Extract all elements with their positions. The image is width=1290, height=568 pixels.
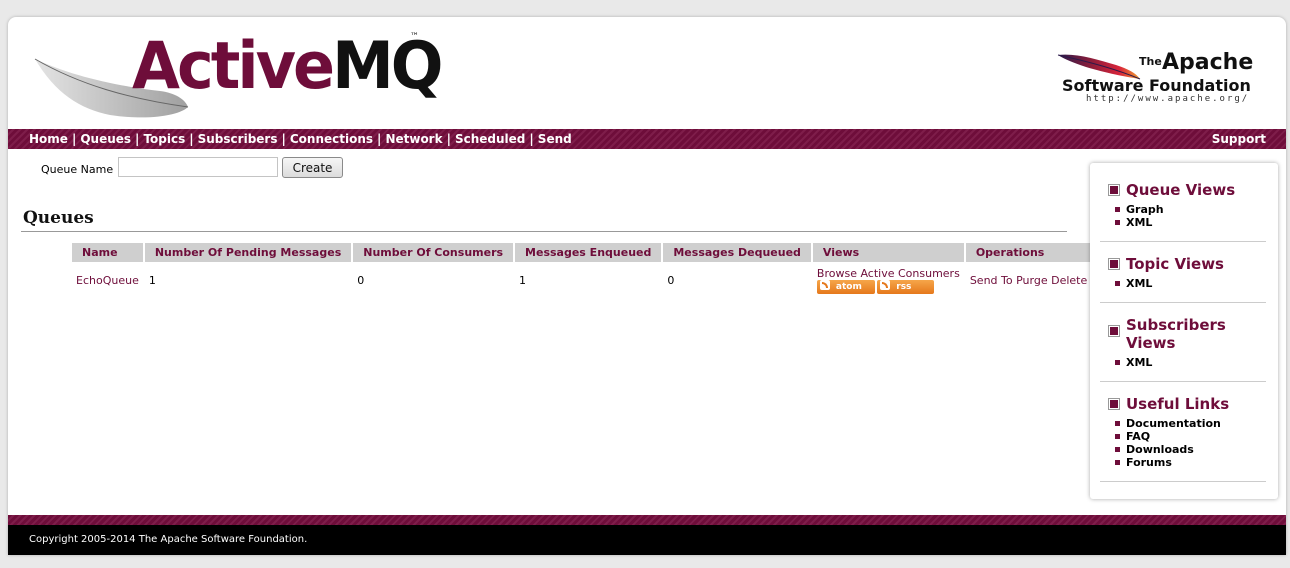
purge-link[interactable]: Purge	[1016, 274, 1048, 287]
footer: Copyright 2005-2014 The Apache Software …	[8, 525, 1286, 555]
sidebar-heading: Queue Views	[1108, 181, 1268, 199]
atom-feed-button[interactable]: atom	[816, 279, 876, 294]
nav-bar: Home | Queues | Topics | Subscribers | Connectio…	[8, 129, 1286, 149]
queue-name-label: Queue Name	[41, 163, 114, 176]
browse-active-consumers-link[interactable]: Browse Active Consumers	[817, 267, 960, 280]
sidebar-heading: Topic Views	[1108, 255, 1268, 273]
queue-name-input[interactable]	[118, 157, 278, 177]
col-consumers[interactable]: Number Of Consumers	[353, 243, 514, 262]
col-views: Views	[812, 243, 964, 262]
create-button[interactable]: Create	[282, 157, 343, 178]
delete-link[interactable]: Delete	[1051, 274, 1087, 287]
nav-network[interactable]: Network	[385, 132, 442, 146]
sidebar-link-subscribers-xml[interactable]: XML	[1108, 356, 1268, 369]
apache-software-foundation: Software Foundation	[1062, 76, 1251, 95]
sidebar-heading: Useful Links	[1108, 395, 1268, 413]
consumers-count: 0	[357, 273, 365, 287]
pending-count: 1	[148, 273, 156, 287]
nav-scheduled[interactable]: Scheduled	[455, 132, 525, 146]
sidebar-topic-views: Topic Views XML	[1108, 255, 1268, 290]
logo-text-mq: MQ	[332, 27, 443, 104]
col-name[interactable]: Name	[72, 243, 143, 262]
sidebar-heading: Subscribers Views	[1108, 316, 1268, 352]
bullet-square-icon	[1108, 398, 1120, 410]
col-pending[interactable]: Number Of Pending Messages	[144, 243, 352, 262]
sidebar-link-downloads[interactable]: Downloads	[1108, 443, 1268, 456]
sidebar-link-forums[interactable]: Forums	[1108, 456, 1268, 469]
nav-queues[interactable]: Queues	[80, 132, 131, 146]
nav-support[interactable]: Support	[1212, 132, 1266, 146]
col-enqueued[interactable]: Messages Enqueued	[515, 243, 662, 262]
bullet-square-icon	[1108, 184, 1120, 196]
page-frame: ActiveMQ ™ The Apache Software Foundatio…	[8, 17, 1286, 555]
activemq-logo[interactable]: ActiveMQ	[132, 27, 444, 104]
nav-links: Home | Queues | Topics | Subscribers | Connectio…	[29, 132, 572, 146]
sidebar: Queue Views Graph XML Topic Views XML Su…	[1090, 163, 1278, 499]
send-to-link[interactable]: Send To	[970, 274, 1013, 287]
apache-name: Apache	[1162, 50, 1254, 75]
page-title: Queues	[23, 208, 94, 228]
sidebar-queue-views: Queue Views Graph XML	[1108, 181, 1268, 229]
queue-name-link[interactable]: EchoQueue	[76, 274, 139, 287]
feed-icon	[819, 280, 830, 290]
sidebar-divider	[1100, 241, 1266, 242]
atom-label: atom	[835, 281, 862, 292]
apache-the: The	[1139, 55, 1162, 68]
sidebar-link-faq[interactable]: FAQ	[1108, 430, 1268, 443]
rss-label: rss	[896, 281, 912, 292]
sidebar-link-documentation[interactable]: Documentation	[1108, 417, 1268, 430]
enqueued-count: 1	[519, 273, 527, 287]
header: ActiveMQ ™ The Apache Software Foundatio…	[8, 17, 1286, 129]
sidebar-divider	[1100, 302, 1266, 303]
sidebar-link-queue-xml[interactable]: XML	[1108, 216, 1268, 229]
bullet-square-icon	[1108, 325, 1120, 337]
feed-icon	[880, 280, 891, 290]
copyright-text: Copyright 2005-2014 The Apache Software …	[29, 534, 308, 545]
nav-home[interactable]: Home	[29, 132, 68, 146]
col-dequeued[interactable]: Messages Dequeued	[663, 243, 811, 262]
bullet-square-icon	[1108, 258, 1120, 270]
nav-subscribers[interactable]: Subscribers	[198, 132, 278, 146]
trademark: ™	[410, 32, 419, 42]
table-header-row: Name Number Of Pending Messages Number O…	[72, 243, 1092, 262]
nav-topics[interactable]: Topics	[143, 132, 185, 146]
rss-feed-button[interactable]: rss	[877, 279, 935, 294]
nav-send[interactable]: Send	[538, 132, 572, 146]
sidebar-divider	[1100, 381, 1266, 382]
apache-url: http://www.apache.org/	[1086, 94, 1250, 104]
nav-connections[interactable]: Connections	[290, 132, 373, 146]
dequeued-count: 0	[667, 273, 675, 287]
sidebar-divider	[1100, 481, 1266, 482]
sidebar-link-topic-xml[interactable]: XML	[1108, 277, 1268, 290]
operations-cell: Send To Purge Delete	[966, 262, 1091, 298]
views-cell: Browse Active Consumers atom rss	[813, 262, 964, 298]
logo-text-active: Active	[132, 27, 335, 104]
sidebar-link-graph[interactable]: Graph	[1108, 203, 1268, 216]
sidebar-useful-links: Useful Links Documentation FAQ Downloads…	[1108, 395, 1268, 469]
title-divider	[21, 231, 1067, 232]
apache-logo[interactable]: The Apache Software Foundation http://ww…	[1056, 47, 1276, 117]
sidebar-subscribers-views: Subscribers Views XML	[1108, 316, 1268, 369]
table-row: EchoQueue 1 0 1 0 Browse Active Consumer…	[72, 262, 1091, 298]
footer-stripe	[8, 515, 1286, 525]
queues-table: Name Number Of Pending Messages Number O…	[70, 243, 1093, 298]
col-operations: Operations	[965, 243, 1092, 262]
